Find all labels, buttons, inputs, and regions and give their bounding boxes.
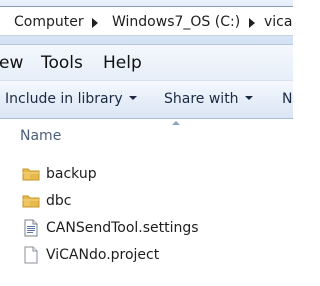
blank-file-icon <box>24 246 38 264</box>
breadcrumb-drive[interactable]: Windows7_OS (C:) <box>112 13 240 31</box>
file-name: ViCANdo.project <box>46 247 160 263</box>
dropdown-caret-icon <box>244 96 253 100</box>
settings-file-icon <box>24 219 38 237</box>
column-header-name[interactable]: Name <box>20 127 61 145</box>
folder-icon <box>22 168 40 181</box>
command-bar: Include in library Share with N <box>0 81 293 119</box>
list-item-folder[interactable]: dbc <box>0 188 293 215</box>
dropdown-caret-icon <box>128 96 137 100</box>
file-name: CANSendTool.settings <box>46 220 199 236</box>
menu-tools[interactable]: Tools <box>41 53 83 73</box>
breadcrumb-separator-icon[interactable] <box>92 18 98 28</box>
breadcrumb-folder[interactable]: vica <box>264 13 292 31</box>
list-item-file[interactable]: ViCANdo.project <box>0 242 293 269</box>
list-item-file[interactable]: CANSendTool.settings <box>0 215 293 242</box>
folder-icon <box>22 195 40 208</box>
explorer-window: Computer Windows7_OS (C:) vica ew Tools … <box>0 0 293 286</box>
file-name: dbc <box>46 193 72 209</box>
share-with-label: Share with <box>164 91 239 107</box>
column-header-row: Name <box>0 119 293 151</box>
breadcrumb-separator-icon[interactable] <box>249 18 255 28</box>
include-in-library-label: Include in library <box>5 91 123 107</box>
file-name: backup <box>46 166 97 182</box>
sort-ascending-icon <box>172 121 180 125</box>
share-with-button[interactable]: Share with <box>164 90 253 108</box>
menu-view[interactable]: ew <box>0 53 23 73</box>
menu-bar: ew Tools Help <box>0 45 293 81</box>
menu-help[interactable]: Help <box>103 53 142 73</box>
list-item-folder[interactable]: backup <box>0 161 293 188</box>
breadcrumb-computer[interactable]: Computer <box>14 13 84 31</box>
include-in-library-button[interactable]: Include in library <box>5 90 137 108</box>
address-bar: Computer Windows7_OS (C:) vica <box>0 0 293 45</box>
breadcrumb[interactable]: Computer Windows7_OS (C:) vica <box>0 6 293 36</box>
new-folder-button[interactable]: N <box>282 90 292 108</box>
